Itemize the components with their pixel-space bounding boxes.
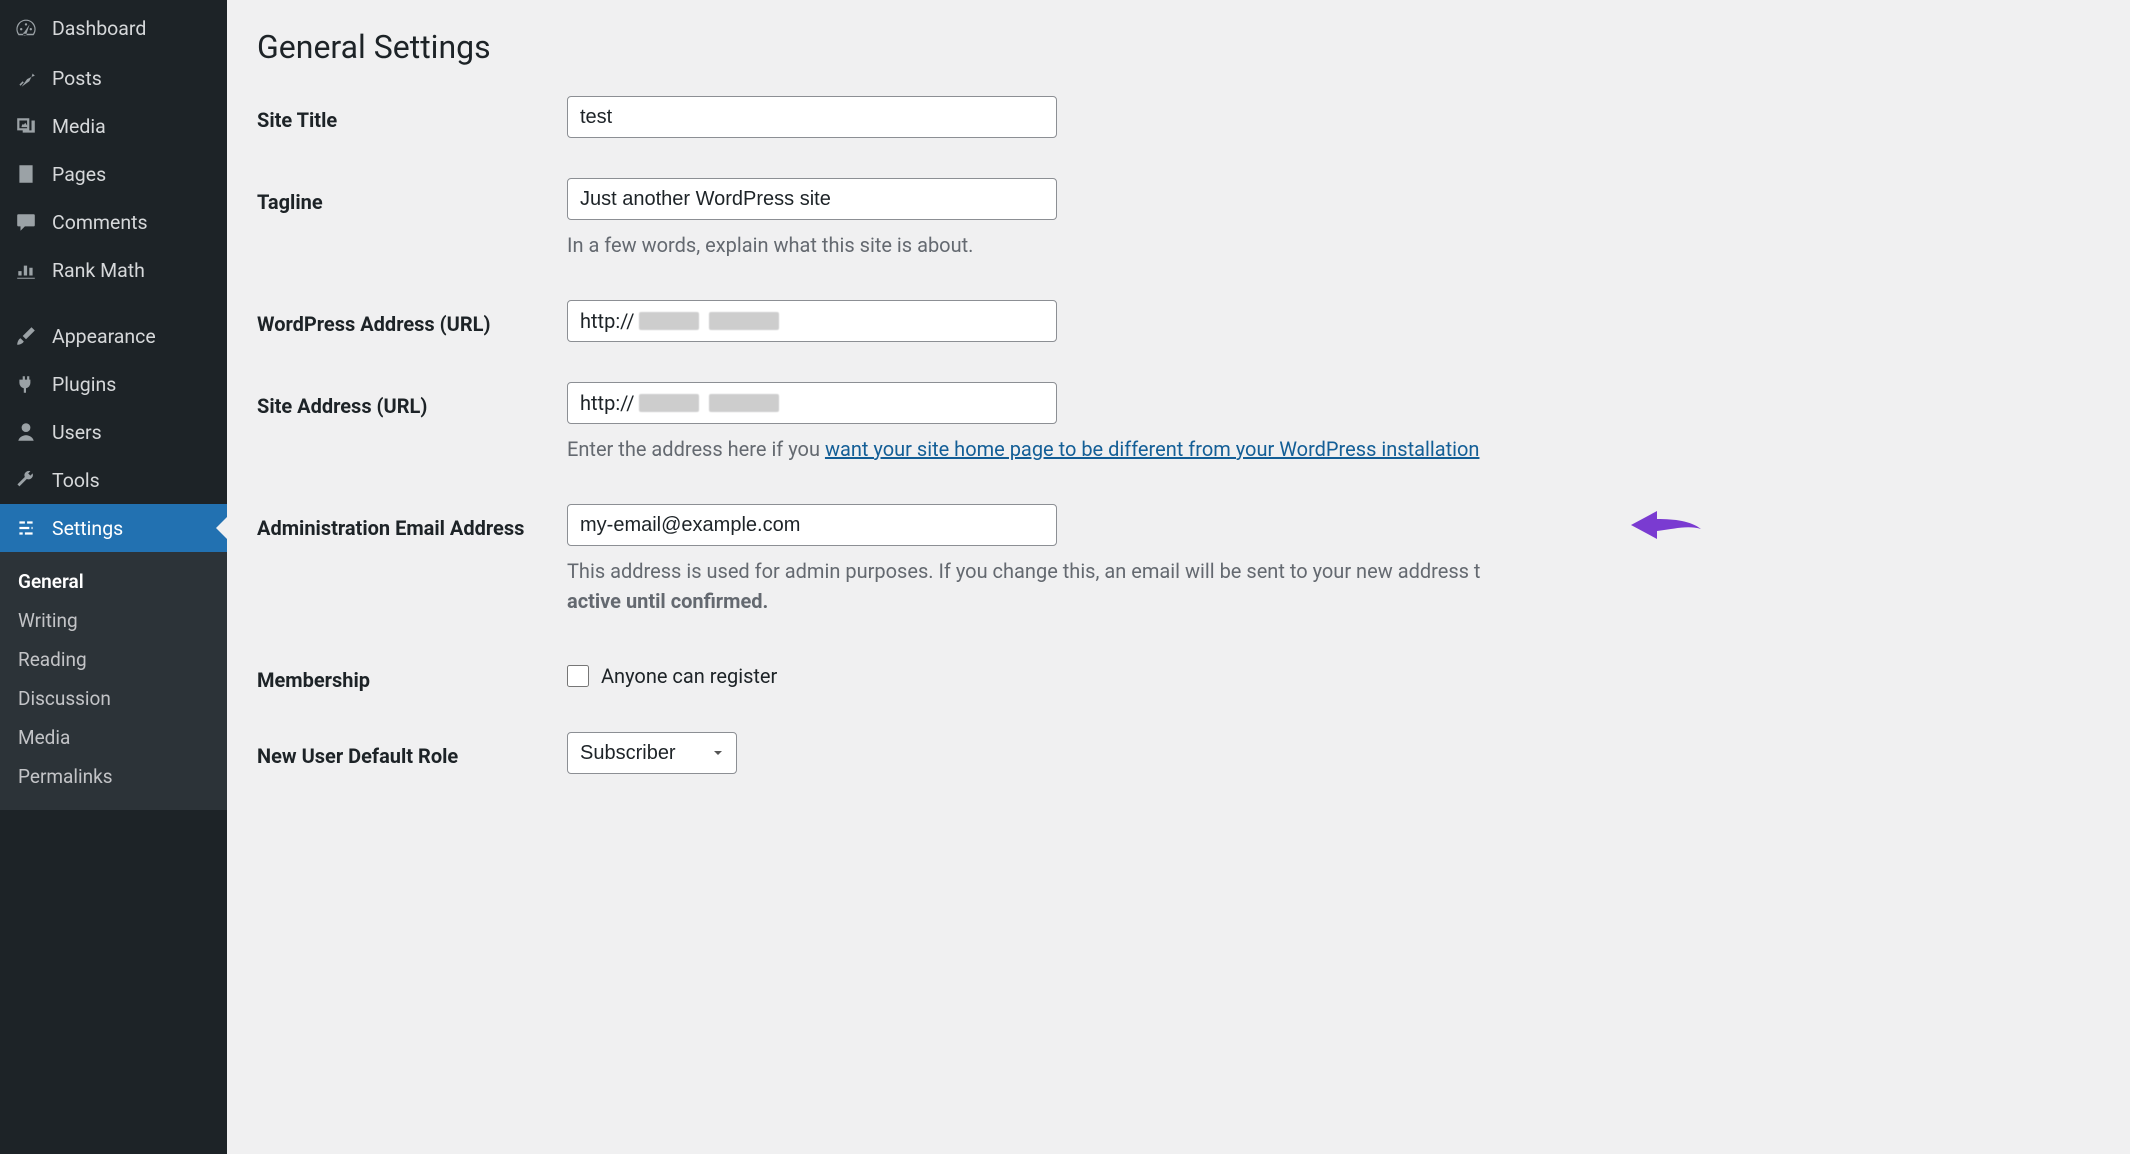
page-icon — [12, 160, 40, 188]
sidebar-item-label: Dashboard — [52, 17, 146, 40]
sidebar-item-tools[interactable]: Tools — [0, 456, 227, 504]
sidebar-item-rankmath[interactable]: Rank Math — [0, 246, 227, 294]
sidebar-item-dashboard[interactable]: Dashboard — [0, 0, 227, 54]
label-tagline: Tagline — [257, 178, 567, 214]
sidebar-item-media[interactable]: Media — [0, 102, 227, 150]
redacted-text — [639, 394, 699, 412]
submenu-item-discussion[interactable]: Discussion — [0, 679, 227, 718]
redacted-text — [709, 394, 779, 412]
admin-email-input[interactable] — [567, 504, 1057, 546]
membership-checkbox-label[interactable]: Anyone can register — [601, 664, 777, 688]
submenu-item-permalinks[interactable]: Permalinks — [0, 757, 227, 796]
row-site-title: Site Title — [257, 96, 2100, 138]
sidebar-item-label: Users — [52, 421, 102, 444]
sidebar-item-appearance[interactable]: Appearance — [0, 312, 227, 360]
user-icon — [12, 418, 40, 446]
site-address-description: Enter the address here if you want your … — [567, 434, 2100, 464]
annotation-arrow — [1631, 504, 1701, 546]
site-address-help-link[interactable]: want your site home page to be different… — [825, 437, 1480, 461]
settings-submenu: General Writing Reading Discussion Media… — [0, 552, 227, 810]
redacted-text — [709, 312, 779, 330]
default-role-select[interactable]: Subscriber — [567, 732, 737, 774]
wp-address-input[interactable]: http:// — [567, 300, 1057, 342]
sidebar-item-users[interactable]: Users — [0, 408, 227, 456]
sidebar-item-plugins[interactable]: Plugins — [0, 360, 227, 408]
dashboard-icon — [12, 14, 40, 42]
redacted-text — [639, 312, 699, 330]
chart-icon — [12, 256, 40, 284]
membership-checkbox[interactable] — [567, 665, 589, 687]
sidebar-item-posts[interactable]: Posts — [0, 54, 227, 102]
site-title-input[interactable] — [567, 96, 1057, 138]
label-admin-email: Administration Email Address — [257, 504, 567, 540]
arrow-left-icon — [1631, 507, 1701, 543]
admin-email-description: This address is used for admin purposes.… — [567, 556, 2100, 616]
site-address-input[interactable]: http:// — [567, 382, 1057, 424]
sidebar-item-comments[interactable]: Comments — [0, 198, 227, 246]
sliders-icon — [12, 514, 40, 542]
sidebar-item-label: Posts — [52, 67, 102, 90]
row-admin-email: Administration Email Address This addres… — [257, 504, 2100, 616]
sidebar-item-label: Plugins — [52, 373, 116, 396]
row-site-address: Site Address (URL) http:// Enter the add… — [257, 382, 2100, 464]
sidebar-item-pages[interactable]: Pages — [0, 150, 227, 198]
label-default-role: New User Default Role — [257, 732, 567, 768]
tagline-input[interactable] — [567, 178, 1057, 220]
row-membership: Membership Anyone can register — [257, 656, 2100, 692]
submenu-item-reading[interactable]: Reading — [0, 640, 227, 679]
pin-icon — [12, 64, 40, 92]
row-tagline: Tagline In a few words, explain what thi… — [257, 178, 2100, 260]
submenu-item-writing[interactable]: Writing — [0, 601, 227, 640]
label-site-title: Site Title — [257, 96, 567, 132]
brush-icon — [12, 322, 40, 350]
label-site-address: Site Address (URL) — [257, 382, 567, 418]
submenu-item-general[interactable]: General — [0, 562, 227, 601]
row-wp-address: WordPress Address (URL) http:// — [257, 300, 2100, 342]
sidebar-item-label: Settings — [52, 517, 123, 540]
sidebar-item-label: Appearance — [52, 325, 156, 348]
sidebar-item-label: Rank Math — [52, 259, 145, 282]
settings-page: General Settings Site Title Tagline In a… — [227, 0, 2130, 1154]
sidebar-item-label: Pages — [52, 163, 106, 186]
wrench-icon — [12, 466, 40, 494]
sidebar-item-settings[interactable]: Settings — [0, 504, 227, 552]
sidebar-item-label: Comments — [52, 211, 148, 234]
tagline-description: In a few words, explain what this site i… — [567, 230, 2100, 260]
plugin-icon — [12, 370, 40, 398]
label-membership: Membership — [257, 656, 567, 692]
sidebar-item-label: Media — [52, 115, 106, 138]
row-default-role: New User Default Role Subscriber — [257, 732, 2100, 774]
media-icon — [12, 112, 40, 140]
submenu-item-media[interactable]: Media — [0, 718, 227, 757]
comment-icon — [12, 208, 40, 236]
page-title: General Settings — [257, 28, 2100, 66]
label-wp-address: WordPress Address (URL) — [257, 300, 567, 336]
admin-sidebar: Dashboard Posts Media Pages Comments — [0, 0, 227, 1154]
sidebar-item-label: Tools — [52, 469, 100, 492]
